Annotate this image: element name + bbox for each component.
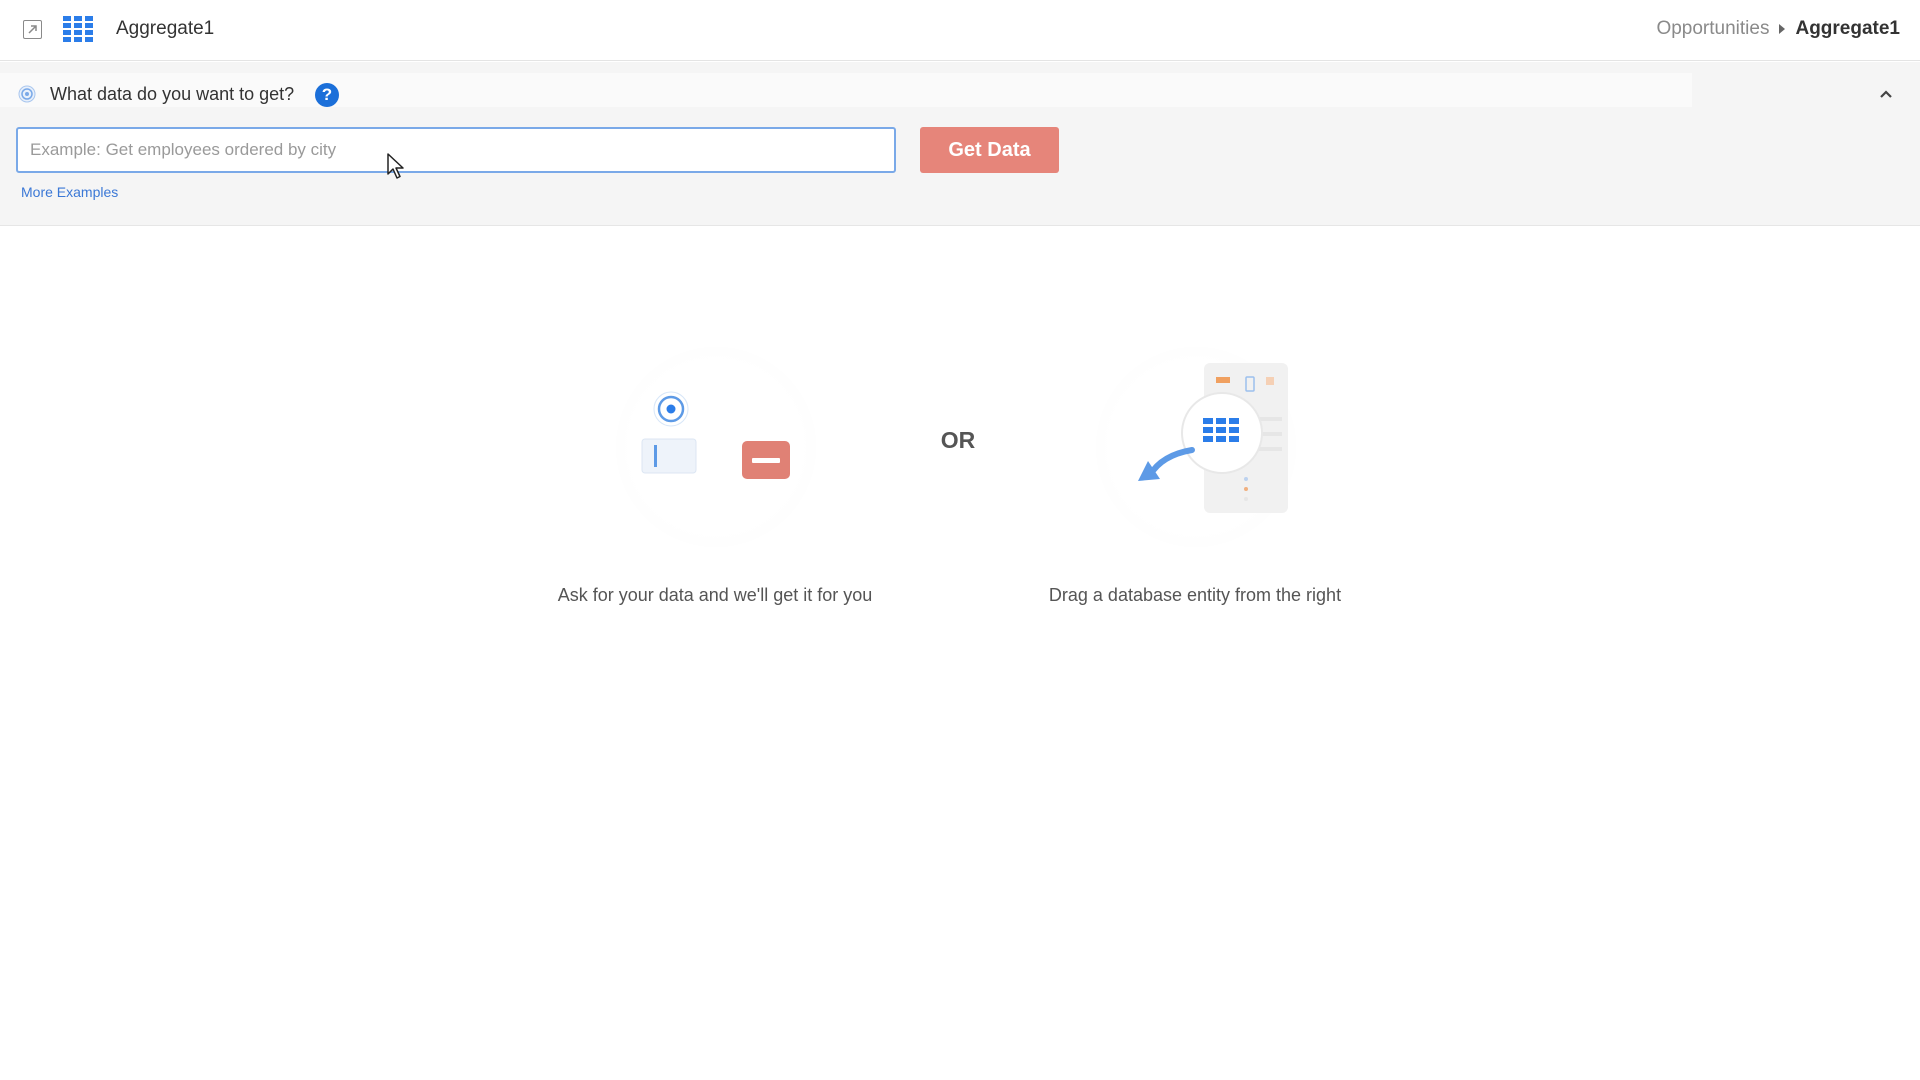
page-title: Aggregate1	[116, 18, 215, 39]
ask-data-illustration	[616, 347, 816, 547]
breadcrumb: Opportunities Aggregate1	[1656, 16, 1900, 42]
query-panel: What data do you want to get? ? Get Data…	[0, 62, 1920, 226]
help-icon[interactable]: ?	[315, 83, 339, 107]
or-separator: OR	[940, 427, 976, 453]
drag-entity-illustration	[1096, 347, 1296, 547]
top-header: Aggregate1 Opportunities Aggregate1	[0, 0, 1920, 61]
open-in-new-icon[interactable]	[23, 20, 42, 39]
aggregate-grid-icon	[63, 16, 93, 42]
mouse-cursor-icon	[387, 153, 404, 179]
more-examples-link[interactable]: More Examples	[21, 184, 118, 200]
ask-data-caption: Ask for your data and we'll get it for y…	[557, 585, 873, 605]
chevron-up-icon[interactable]	[1874, 84, 1898, 104]
target-icon	[18, 85, 36, 103]
question-label: What data do you want to get?	[50, 84, 295, 104]
breadcrumb-separator-icon	[1779, 24, 1786, 34]
query-input[interactable]	[16, 127, 896, 173]
breadcrumb-current: Aggregate1	[1795, 18, 1900, 39]
get-data-button[interactable]: Get Data	[920, 127, 1059, 173]
breadcrumb-opportunities[interactable]: Opportunities	[1656, 18, 1769, 40]
drag-entity-caption: Drag a database entity from the right	[1048, 585, 1342, 605]
